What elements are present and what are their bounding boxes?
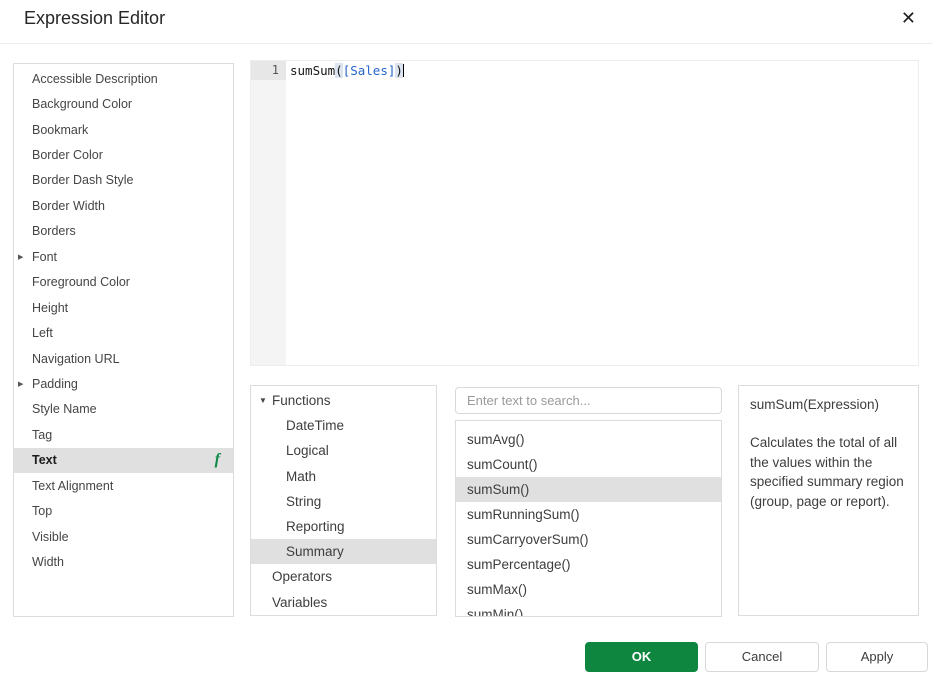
- code-token-field: [Sales]: [343, 63, 396, 78]
- code-line[interactable]: sumSum([Sales]): [290, 61, 404, 80]
- property-item-label: Accessible Description: [32, 72, 233, 86]
- property-item-tag[interactable]: Tag: [14, 422, 233, 447]
- property-item-label: Text: [32, 453, 215, 467]
- property-item-height[interactable]: Height: [14, 295, 233, 320]
- property-item-top[interactable]: Top: [14, 498, 233, 523]
- tree-item-reporting[interactable]: Reporting: [251, 514, 436, 539]
- property-item-foreground-color[interactable]: Foreground Color: [14, 270, 233, 295]
- property-item-navigation-url[interactable]: Navigation URL: [14, 346, 233, 371]
- property-item-borders[interactable]: Borders: [14, 219, 233, 244]
- code-token-close-paren: ): [395, 63, 403, 78]
- property-item-style-name[interactable]: Style Name: [14, 397, 233, 422]
- tree-item-label: DateTime: [286, 418, 344, 433]
- property-item-border-color[interactable]: Border Color: [14, 142, 233, 167]
- property-item-label: Border Width: [32, 199, 233, 213]
- code-token-open-paren: (: [335, 63, 343, 78]
- tree-item-functions[interactable]: ▼Functions: [251, 388, 436, 413]
- apply-button[interactable]: Apply: [826, 642, 928, 672]
- line-number: 1: [251, 61, 286, 80]
- expression-editor-dialog: Expression Editor ✕ Accessible Descripti…: [0, 0, 933, 689]
- tree-item-label: Summary: [286, 544, 344, 559]
- tree-item-label: Functions: [272, 393, 331, 408]
- text-cursor: [403, 64, 404, 77]
- property-item-border-dash-style[interactable]: Border Dash Style: [14, 168, 233, 193]
- category-tree: ▼Functions DateTime Logical Math String Repor…: [250, 385, 437, 616]
- property-item-font[interactable]: ▶Font: [14, 244, 233, 269]
- property-item-label: Tag: [32, 428, 233, 442]
- tree-item-variables[interactable]: Variables: [251, 590, 436, 615]
- tree-item-summary[interactable]: Summary: [251, 539, 436, 564]
- property-item-label: Text Alignment: [32, 479, 233, 493]
- property-item-label: Borders: [32, 224, 233, 238]
- function-item-sumpercentage[interactable]: sumPercentage(): [456, 552, 721, 577]
- function-item-sumcount[interactable]: sumCount(): [456, 452, 721, 477]
- property-item-width[interactable]: Width: [14, 549, 233, 574]
- property-item-padding[interactable]: ▶Padding: [14, 371, 233, 396]
- tree-item-label: Variables: [272, 595, 327, 610]
- function-signature: sumSum(Expression): [750, 395, 907, 414]
- property-item-label: Navigation URL: [32, 352, 233, 366]
- function-item-sumrunningsum[interactable]: sumRunningSum(): [456, 502, 721, 527]
- search-input[interactable]: [455, 387, 722, 414]
- function-item-summin[interactable]: sumMin(): [456, 602, 721, 617]
- function-item-sumavg[interactable]: sumAvg(): [456, 427, 721, 452]
- tree-item-logical[interactable]: Logical: [251, 438, 436, 463]
- properties-panel: Accessible Description Background Color Bo…: [13, 63, 234, 617]
- tree-item-string[interactable]: String: [251, 489, 436, 514]
- property-item-label: Height: [32, 301, 233, 315]
- property-item-border-width[interactable]: Border Width: [14, 193, 233, 218]
- property-item-label: Border Dash Style: [32, 173, 233, 187]
- property-item-label: Font: [32, 250, 233, 264]
- expression-function-icon: f: [215, 452, 233, 468]
- expand-arrow-icon[interactable]: ▶: [14, 253, 32, 261]
- code-token-function: sumSum: [290, 63, 335, 78]
- property-item-background-color[interactable]: Background Color: [14, 91, 233, 116]
- property-item-text[interactable]: Textf: [14, 448, 233, 473]
- function-description: Calculates the total of all the values w…: [750, 433, 907, 511]
- property-item-label: Border Color: [32, 148, 233, 162]
- description-panel: sumSum(Expression) Calculates the total …: [738, 385, 919, 616]
- collapse-arrow-icon[interactable]: ▼: [259, 396, 272, 405]
- function-list: sumAvg()sumCount()sumSum()sumRunningSum(…: [455, 420, 722, 617]
- cancel-button[interactable]: Cancel: [705, 642, 819, 672]
- tree-item-label: Logical: [286, 443, 329, 458]
- tree-item-label: String: [286, 494, 321, 509]
- header-divider: [0, 43, 933, 44]
- function-item-sumsum[interactable]: sumSum(): [456, 477, 721, 502]
- property-item-accessible-description[interactable]: Accessible Description: [14, 66, 233, 91]
- function-item-summax[interactable]: sumMax(): [456, 577, 721, 602]
- tree-item-datetime[interactable]: DateTime: [251, 413, 436, 438]
- property-item-bookmark[interactable]: Bookmark: [14, 117, 233, 142]
- tree-item-operators[interactable]: Operators: [251, 564, 436, 589]
- property-item-label: Visible: [32, 530, 233, 544]
- function-item-sumcarryoversum[interactable]: sumCarryoverSum(): [456, 527, 721, 552]
- property-item-label: Padding: [32, 377, 233, 391]
- property-item-label: Bookmark: [32, 123, 233, 137]
- tree-item-label: Operators: [272, 569, 332, 584]
- line-number-gutter: 1: [251, 61, 286, 365]
- property-item-label: Width: [32, 555, 233, 569]
- tree-item-label: Reporting: [286, 519, 345, 534]
- ok-button[interactable]: OK: [585, 642, 698, 672]
- property-item-label: Top: [32, 504, 233, 518]
- property-item-label: Style Name: [32, 402, 233, 416]
- property-item-label: Foreground Color: [32, 275, 233, 289]
- expression-code-editor[interactable]: 1 sumSum([Sales]): [250, 60, 919, 366]
- tree-item-math[interactable]: Math: [251, 464, 436, 489]
- property-item-visible[interactable]: Visible: [14, 524, 233, 549]
- property-item-label: Left: [32, 326, 233, 340]
- expand-arrow-icon[interactable]: ▶: [14, 380, 32, 388]
- close-icon[interactable]: ✕: [901, 6, 916, 30]
- property-item-text-alignment[interactable]: Text Alignment: [14, 473, 233, 498]
- tree-item-label: Math: [286, 469, 316, 484]
- property-item-left[interactable]: Left: [14, 320, 233, 345]
- property-item-label: Background Color: [32, 97, 233, 111]
- page-title: Expression Editor: [24, 8, 165, 29]
